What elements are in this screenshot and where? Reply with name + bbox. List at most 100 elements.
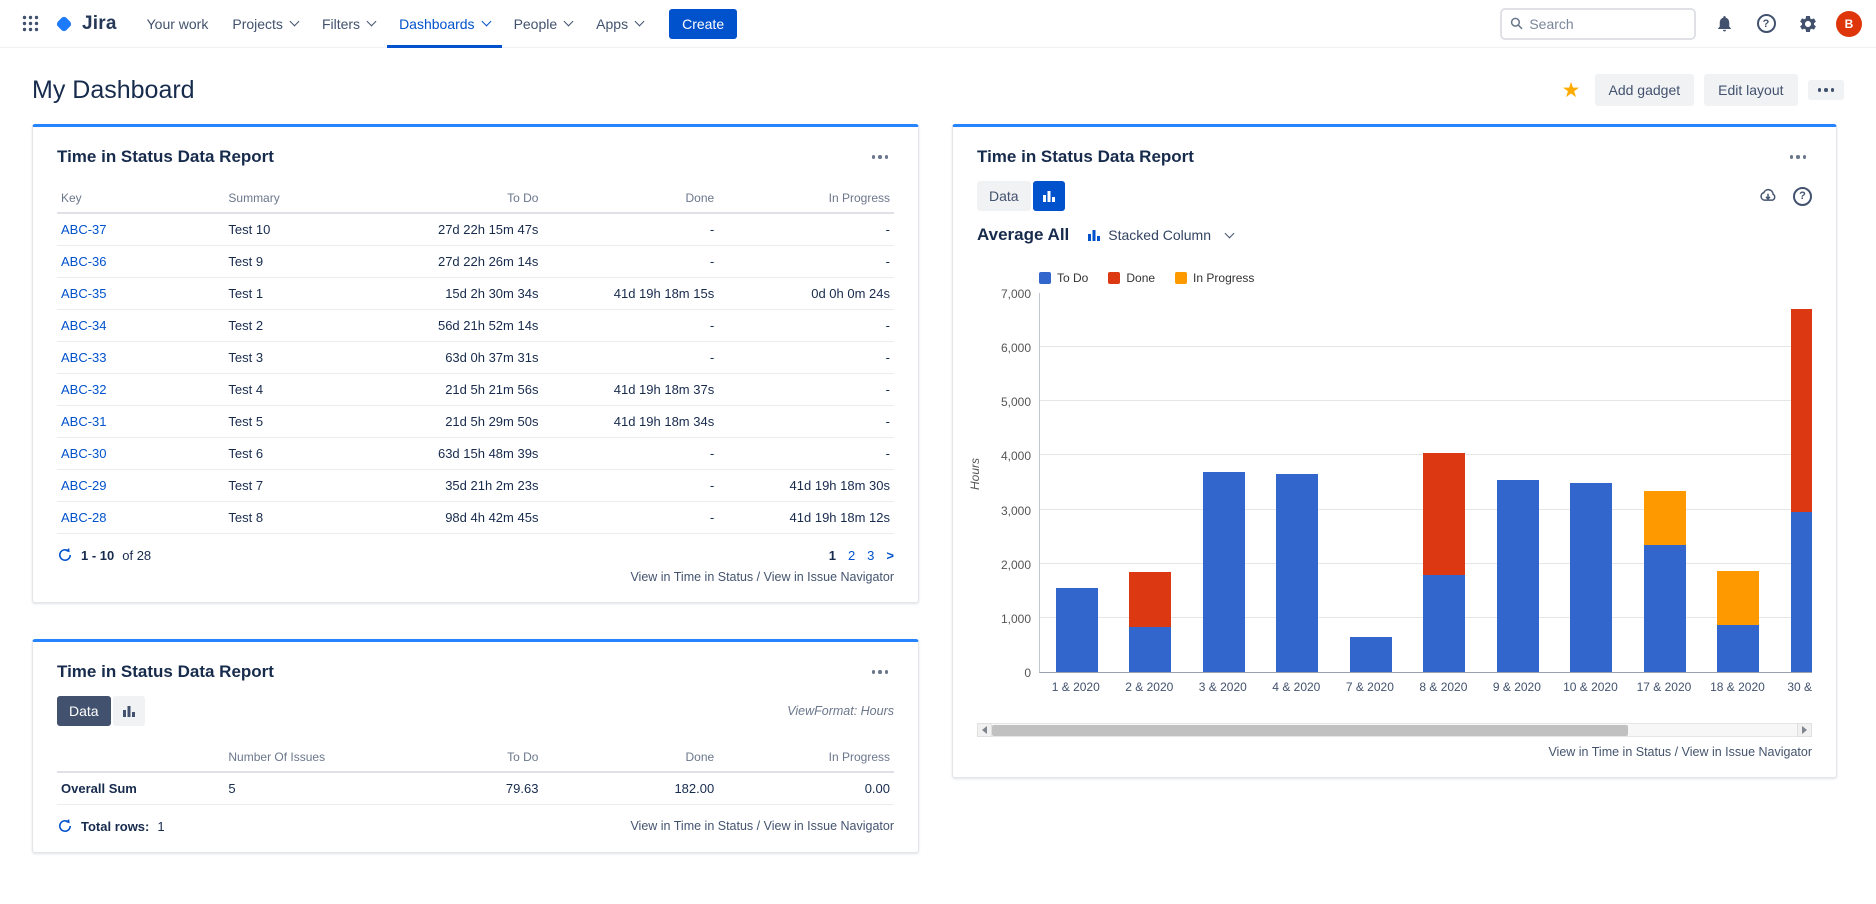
table-row: ABC-37Test 1027d 22h 15m 47s-- xyxy=(57,213,894,246)
x-tick-label: 18 & 2020 xyxy=(1710,680,1765,694)
y-tick-label: 5,000 xyxy=(1001,395,1031,409)
app-switcher-icon[interactable] xyxy=(14,8,46,40)
x-tick-label: 30 & xyxy=(1787,680,1812,694)
table-cell: 0.00 xyxy=(718,772,894,805)
nav-item-people[interactable]: People xyxy=(502,0,585,48)
next-page-button[interactable]: > xyxy=(886,548,894,563)
scrollbar-thumb[interactable] xyxy=(992,725,1628,736)
issue-key-link[interactable]: ABC-30 xyxy=(61,446,107,461)
footer-link[interactable]: View in Time in Status xyxy=(630,819,753,833)
page-number[interactable]: 2 xyxy=(848,548,855,563)
table-cell: - xyxy=(542,470,718,502)
issue-key-link[interactable]: ABC-28 xyxy=(61,510,107,525)
footer-link[interactable]: View in Time in Status xyxy=(1548,745,1671,759)
issue-key-link[interactable]: ABC-37 xyxy=(61,222,107,237)
issue-key-link[interactable]: ABC-36 xyxy=(61,254,107,269)
legend-item: To Do xyxy=(1039,271,1088,285)
nav-item-label: People xyxy=(514,16,558,32)
favorite-star-icon[interactable]: ★ xyxy=(1562,78,1581,103)
chart-x-axis-labels: 1 & 20202 & 20203 & 20204 & 20207 & 2020… xyxy=(1039,673,1812,695)
issue-key-link[interactable]: ABC-35 xyxy=(61,286,107,301)
footer-link[interactable]: View in Time in Status xyxy=(630,570,753,584)
gadget-menu-button[interactable] xyxy=(866,149,895,165)
gadget-menu-button[interactable] xyxy=(1784,149,1813,165)
legend-item: In Progress xyxy=(1175,271,1254,285)
chart-tab[interactable] xyxy=(1033,181,1065,211)
search-input[interactable] xyxy=(1529,16,1686,32)
total-rows: Total rows: 1 xyxy=(57,818,165,834)
column-header: Summary xyxy=(224,185,375,213)
table-row: Overall Sum579.63182.000.00 xyxy=(57,772,894,805)
create-button[interactable]: Create xyxy=(669,9,737,39)
issue-key-link[interactable]: ABC-33 xyxy=(61,350,107,365)
table-cell: Test 1 xyxy=(224,278,375,310)
jira-logo-icon xyxy=(52,12,76,36)
edit-layout-button[interactable]: Edit layout xyxy=(1704,74,1797,106)
x-tick-label: 17 & 2020 xyxy=(1637,680,1692,694)
key-cell: ABC-31 xyxy=(57,406,224,438)
nav-item-dashboards[interactable]: Dashboards xyxy=(387,0,502,48)
help-icon[interactable]: ? xyxy=(1752,10,1780,38)
scroll-left-arrow[interactable] xyxy=(977,723,992,737)
dashboard-more-button[interactable] xyxy=(1808,80,1845,100)
issue-key-link[interactable]: ABC-32 xyxy=(61,382,107,397)
key-cell: ABC-33 xyxy=(57,342,224,374)
table-cell: - xyxy=(718,213,894,246)
page-header: My Dashboard ★ Add gadget Edit layout xyxy=(0,48,1876,124)
nav-item-filters[interactable]: Filters xyxy=(310,0,387,48)
page-number[interactable]: 1 xyxy=(829,548,836,563)
refresh-icon[interactable] xyxy=(57,818,73,834)
notifications-icon[interactable] xyxy=(1710,10,1738,38)
footer-link[interactable]: View in Issue Navigator xyxy=(1682,745,1812,759)
gadget-menu-button[interactable] xyxy=(866,664,895,680)
pagination: 1 - 10 of 28 123> xyxy=(57,547,894,563)
column-header: To Do xyxy=(375,185,542,213)
avatar[interactable]: B xyxy=(1836,11,1862,37)
table-cell: Test 10 xyxy=(224,213,375,246)
bar-segment xyxy=(1717,625,1759,672)
bell-icon xyxy=(1715,14,1734,33)
gridline xyxy=(1040,346,1812,347)
scroll-right-arrow[interactable] xyxy=(1797,723,1812,737)
data-tab[interactable]: Data xyxy=(977,181,1031,211)
chart-type-dropdown[interactable]: Stacked Column xyxy=(1087,227,1233,243)
chart-tab[interactable] xyxy=(113,696,145,726)
nav-item-apps[interactable]: Apps xyxy=(584,0,655,48)
gadget-help-icon[interactable]: ? xyxy=(1793,187,1812,206)
issue-key-link[interactable]: ABC-31 xyxy=(61,414,107,429)
export-image-icon[interactable] xyxy=(1757,185,1779,207)
issue-key-link[interactable]: ABC-34 xyxy=(61,318,107,333)
refresh-icon[interactable] xyxy=(57,547,73,563)
nav-item-your-work[interactable]: Your work xyxy=(135,0,221,48)
add-gadget-button[interactable]: Add gadget xyxy=(1595,74,1695,106)
bar-segment xyxy=(1644,545,1686,672)
scrollbar-track[interactable] xyxy=(992,723,1797,737)
nav-item-projects[interactable]: Projects xyxy=(220,0,310,48)
table-cell: - xyxy=(542,310,718,342)
y-tick-label: 7,000 xyxy=(1001,287,1031,301)
page-number[interactable]: 3 xyxy=(867,548,874,563)
settings-icon[interactable] xyxy=(1794,10,1822,38)
gadget-time-in-status-sum: Time in Status Data Report Data ViewForm… xyxy=(32,639,919,853)
table-cell: Test 7 xyxy=(224,470,375,502)
stacked-column-chart: Hours 01,0002,0003,0004,0005,0006,0007,0… xyxy=(977,293,1812,673)
chart-type-label: Stacked Column xyxy=(1108,227,1211,243)
chevron-down-icon xyxy=(635,17,645,27)
chart-horizontal-scrollbar xyxy=(977,723,1812,737)
data-tab[interactable]: Data xyxy=(57,696,111,726)
table-cell: Test 6 xyxy=(224,438,375,470)
footer-link[interactable]: View in Issue Navigator xyxy=(764,570,894,584)
table-cell: 0d 0h 0m 24s xyxy=(718,278,894,310)
table-cell: Test 8 xyxy=(224,502,375,534)
x-tick-label: 4 & 2020 xyxy=(1272,680,1320,694)
table-cell: 41d 19h 18m 30s xyxy=(718,470,894,502)
legend-label: Done xyxy=(1126,271,1155,285)
footer-link[interactable]: View in Issue Navigator xyxy=(764,819,894,833)
issue-key-link[interactable]: ABC-29 xyxy=(61,478,107,493)
table-row: ABC-28Test 898d 4h 42m 45s-41d 19h 18m 1… xyxy=(57,502,894,534)
search-box[interactable] xyxy=(1500,8,1696,40)
gadget-title: Time in Status Data Report xyxy=(57,662,274,682)
view-toggle: Data xyxy=(57,696,145,726)
legend-label: To Do xyxy=(1057,271,1088,285)
jira-logo[interactable]: Jira xyxy=(52,12,117,36)
